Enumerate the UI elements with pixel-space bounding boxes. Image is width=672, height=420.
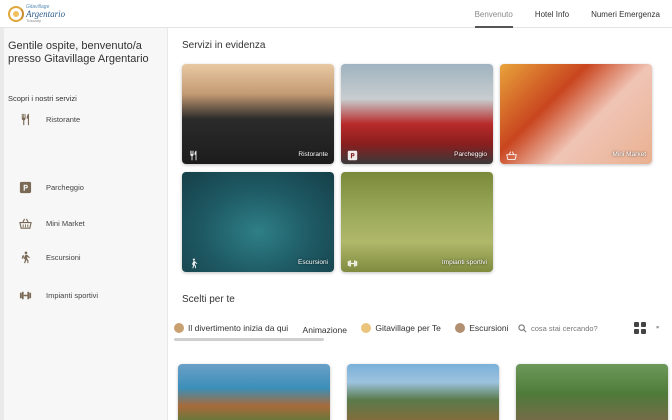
picked-card-1[interactable] bbox=[178, 364, 330, 420]
sidebar-item-impianti-sportivi[interactable]: Impianti sportivi bbox=[18, 288, 158, 302]
sidebar-item-escursioni[interactable]: Escursioni bbox=[18, 250, 158, 264]
chip-divertimento[interactable]: Il divertimento inizia da qui bbox=[174, 316, 288, 340]
chips-scrollbar[interactable] bbox=[174, 338, 324, 341]
chip-escursioni[interactable]: Escursioni bbox=[455, 316, 508, 340]
basket-icon bbox=[18, 216, 32, 230]
sidebar-item-mini-market[interactable]: Mini Market bbox=[18, 216, 158, 230]
search-placeholder: cosa stai cercando? bbox=[531, 323, 598, 333]
tile-label: Ristorante bbox=[298, 151, 328, 158]
dumbbell-icon bbox=[347, 256, 358, 267]
tile-label: Impianti sportivi bbox=[441, 259, 487, 266]
sidebar-edge bbox=[0, 28, 4, 420]
featured-tile-parcheggio[interactable]: Parcheggio bbox=[341, 64, 493, 164]
dumbbell-icon bbox=[18, 288, 32, 302]
picked-title: Scelti per te bbox=[182, 294, 235, 305]
sidebar-item-label: Mini Market bbox=[46, 218, 85, 228]
tile-label: Parcheggio bbox=[454, 151, 487, 158]
sidebar: Gentile ospite, benvenuto/a presso Gitav… bbox=[0, 28, 168, 420]
cutlery-icon bbox=[188, 148, 199, 161]
chip-icon bbox=[361, 323, 372, 333]
picked-card-2[interactable] bbox=[347, 364, 499, 420]
chip-label: Il divertimento inizia da qui bbox=[188, 323, 289, 333]
welcome-message: Gentile ospite, benvenuto/a presso Gitav… bbox=[8, 40, 149, 65]
chip-label: Gitavillage per Te bbox=[375, 323, 441, 333]
cutlery-icon bbox=[18, 112, 32, 126]
sidebar-item-label: Impianti sportivi bbox=[46, 290, 99, 300]
list-view-icon[interactable]: ▪ bbox=[656, 322, 668, 334]
nav-tab-hotel-info[interactable]: Hotel Info bbox=[535, 0, 569, 28]
chip-label: Animazione bbox=[302, 325, 347, 335]
hiker-icon bbox=[188, 256, 199, 269]
search-icon bbox=[518, 323, 527, 332]
featured-tile-impianti-sportivi[interactable]: Impianti sportivi bbox=[341, 172, 493, 272]
chip-label: Escursioni bbox=[469, 323, 509, 333]
logo[interactable]: Gitavillage Argentario Tuscany bbox=[8, 3, 65, 25]
tile-label: Mini Market bbox=[612, 151, 646, 158]
category-chips: Il divertimento inizia da qui Animazione… bbox=[174, 316, 514, 340]
featured-tile-ristorante[interactable]: Ristorante bbox=[182, 64, 334, 164]
nav-tab-numeri-emergenza[interactable]: Numeri Emergenza bbox=[591, 0, 660, 28]
basket-icon bbox=[506, 148, 517, 160]
tile-label: Escursioni bbox=[298, 259, 328, 266]
nav-tab-benvenuto[interactable]: Benvenuto bbox=[474, 0, 514, 28]
search-box[interactable]: cosa stai cercando? bbox=[518, 318, 618, 338]
picked-card-3[interactable] bbox=[516, 364, 668, 420]
discover-heading: Scopri i nostri servizi bbox=[8, 94, 77, 103]
hiker-icon bbox=[18, 250, 32, 264]
featured-title: Servizi in evidenza bbox=[182, 40, 266, 51]
main-nav: Benvenuto Hotel Info Numeri Emergenza bbox=[474, 0, 660, 28]
chip-icon bbox=[455, 323, 466, 333]
sidebar-item-label: Parcheggio bbox=[46, 182, 84, 192]
top-bar: Gitavillage Argentario Tuscany Benvenuto… bbox=[0, 0, 672, 28]
sidebar-item-label: Ristorante bbox=[46, 114, 81, 124]
grid-view-icon[interactable] bbox=[634, 322, 646, 334]
featured-tile-escursioni[interactable]: Escursioni bbox=[182, 172, 334, 272]
featured-tile-mini-market[interactable]: Mini Market bbox=[500, 64, 652, 164]
chip-icon bbox=[174, 323, 184, 333]
sidebar-item-label: Escursioni bbox=[46, 252, 81, 262]
chip-gitavillage-per-te[interactable]: Gitavillage per Te bbox=[361, 316, 441, 340]
logo-sub-text: Tuscany bbox=[26, 18, 41, 23]
sidebar-item-parcheggio[interactable]: Parcheggio bbox=[18, 180, 158, 194]
sidebar-item-ristorante[interactable]: Ristorante bbox=[18, 112, 158, 126]
logo-icon bbox=[8, 6, 24, 22]
parking-icon bbox=[347, 148, 358, 161]
chip-animazione[interactable]: Animazione bbox=[303, 318, 347, 340]
parking-icon bbox=[18, 180, 32, 194]
